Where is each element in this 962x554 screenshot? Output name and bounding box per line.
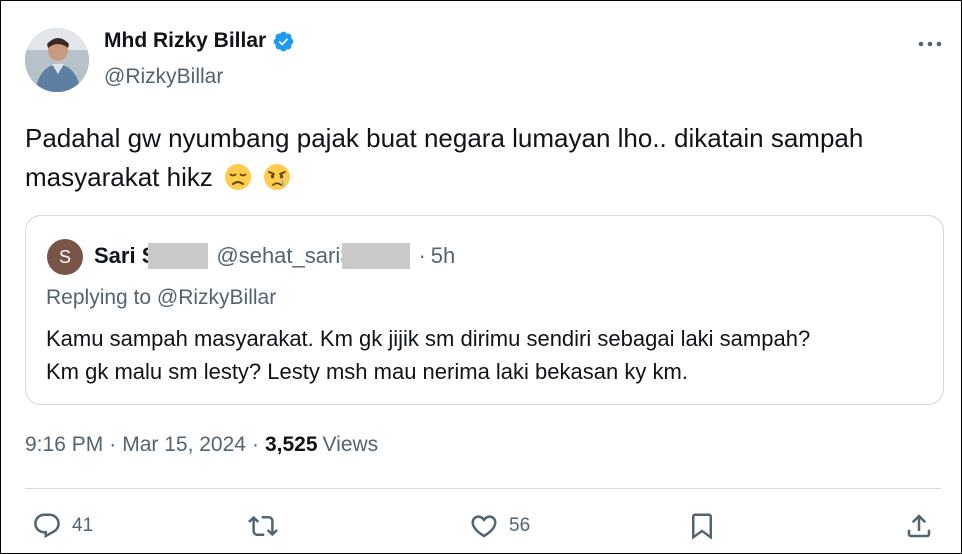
- bookmark-button[interactable]: [687, 511, 717, 541]
- reply-count: 41: [72, 515, 94, 536]
- views-count: 3,525: [264, 433, 318, 456]
- verified-badge-icon: [272, 30, 295, 53]
- tweet-text: Padahal gw nyumbang pajak buat negara lu…: [25, 119, 940, 197]
- quoted-name[interactable]: Sari S: [94, 243, 156, 269]
- disappointed-face-icon: [224, 163, 252, 191]
- more-options-icon[interactable]: [916, 34, 944, 54]
- tweet-text-segment: masyarakat hikz: [25, 162, 213, 192]
- crying-face-icon: [263, 163, 291, 191]
- retweet-icon: [248, 515, 278, 537]
- quoted-separator: ·: [418, 243, 426, 268]
- reply-button[interactable]: 41: [32, 511, 93, 541]
- author-name-row: Mhd Rizky Billar: [104, 29, 295, 53]
- share-icon: [907, 514, 931, 538]
- tweet-time[interactable]: 9:16 PM: [25, 433, 103, 457]
- tweet-date[interactable]: Mar 15, 2024: [122, 433, 246, 457]
- heart-icon: [471, 515, 497, 538]
- author-avatar[interactable]: [25, 28, 89, 92]
- quoted-time[interactable]: 5h: [431, 243, 455, 269]
- tweet-meta: 9:16 PM · Mar 15, 2024 · 3,525 Views: [25, 433, 378, 457]
- views-label: Views: [322, 433, 379, 456]
- author-name[interactable]: Mhd Rizky Billar: [104, 29, 266, 53]
- meta-separator: ·: [109, 433, 117, 456]
- meta-separator: ·: [251, 433, 259, 456]
- tweet-card: Mhd Rizky Billar @RizkyBillar Padahal gw…: [0, 0, 962, 554]
- redaction-block: [148, 243, 209, 269]
- quoted-tweet[interactable]: S Sari S @sehat_sari3 · 5h Replying to @…: [25, 215, 944, 405]
- reply-icon: [34, 513, 60, 539]
- bookmark-icon: [692, 513, 712, 540]
- quoted-handle[interactable]: @sehat_sari3: [216, 243, 352, 269]
- divider: [25, 488, 941, 489]
- tweet-text-line: Padahal gw nyumbang pajak buat negara lu…: [25, 123, 864, 153]
- redaction-block: [342, 243, 411, 269]
- like-count: 56: [509, 515, 531, 536]
- quoted-text-line: Km gk malu sm lesty? Lesty msh mau nerim…: [46, 359, 688, 384]
- like-button[interactable]: 56: [469, 511, 530, 541]
- replying-to[interactable]: Replying to @RizkyBillar: [46, 286, 276, 310]
- quoted-header: Sari S @sehat_sari3 · 5h: [94, 243, 455, 269]
- quoted-avatar[interactable]: S: [47, 239, 83, 275]
- quoted-text: Kamu sampah masyarakat. Km gk jijik sm d…: [46, 322, 926, 388]
- quoted-text-line: Kamu sampah masyarakat. Km gk jijik sm d…: [46, 326, 811, 351]
- author-handle[interactable]: @RizkyBillar: [104, 65, 223, 89]
- tweet-text-line: masyarakat hikz: [25, 158, 940, 197]
- retweet-button[interactable]: [248, 511, 278, 541]
- share-button[interactable]: [904, 511, 934, 541]
